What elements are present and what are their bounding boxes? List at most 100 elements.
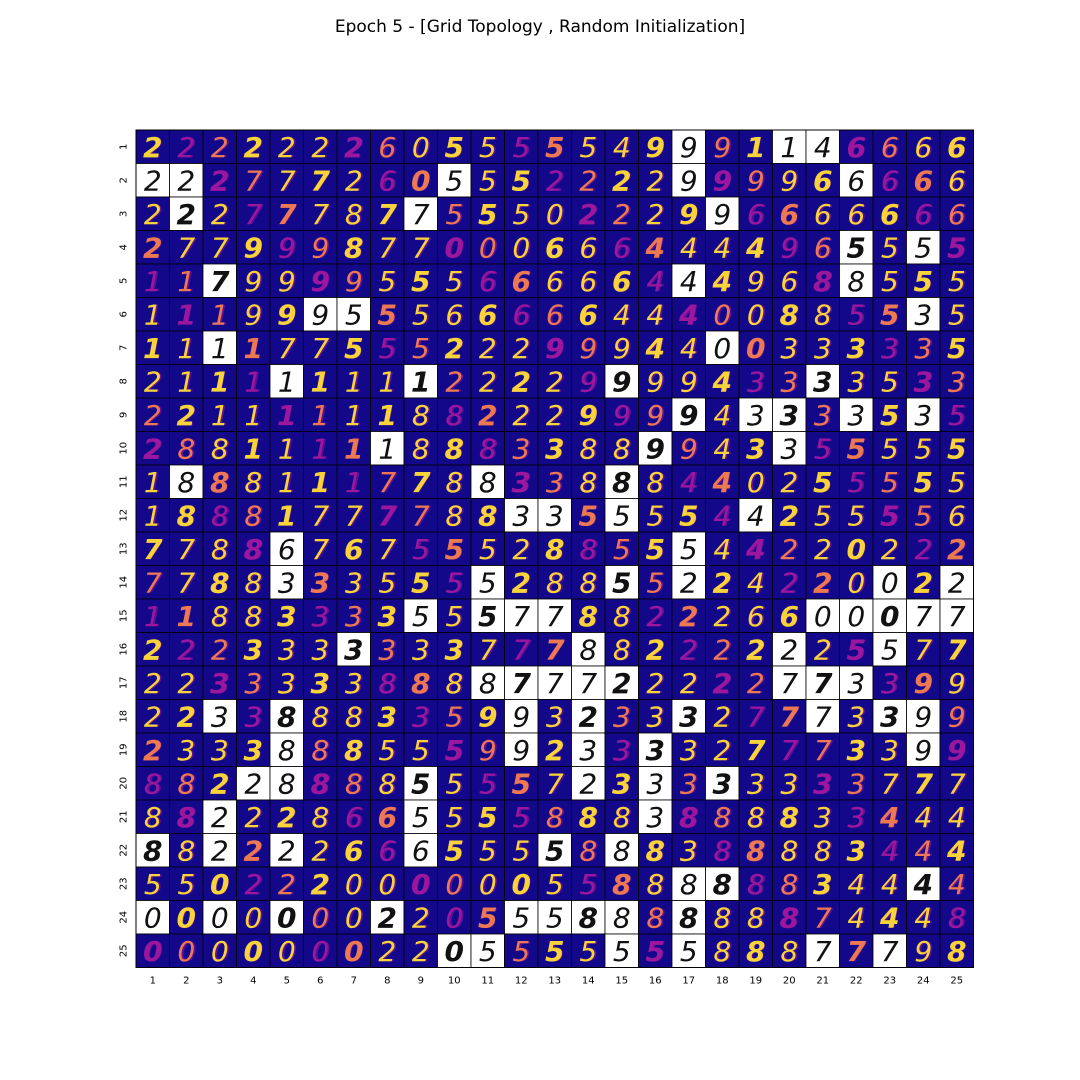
som-cell: 33 (303, 598, 338, 633)
som-cell-digit: 3 (914, 399, 932, 432)
som-cell: 22 (135, 364, 170, 399)
som-cell-digit: 9 (713, 131, 731, 164)
som-cell-digit: 6 (881, 131, 899, 164)
som-cell: 5 (839, 230, 874, 265)
som-cell: 22 (370, 933, 405, 968)
som-cell: 7 (537, 598, 572, 633)
som-cell-digit: 8 (579, 566, 597, 599)
som-cell-digit: 2 (579, 767, 597, 800)
som-cell: 55 (872, 431, 907, 466)
som-cell: 22 (571, 163, 606, 198)
som-cell: 22 (169, 397, 204, 432)
som-cell-digit: 1 (244, 399, 262, 432)
som-cell-digit: 8 (947, 935, 966, 968)
som-cell-digit: 2 (378, 935, 396, 968)
som-cell: 22 (705, 665, 740, 700)
som-cell-digit: 5 (947, 332, 966, 365)
som-cell-digit: 5 (579, 935, 597, 968)
som-cell-digit: 9 (613, 332, 631, 365)
som-cell-digit: 7 (177, 231, 195, 264)
som-cell: 11 (236, 330, 271, 365)
som-cell: 66 (839, 196, 874, 231)
som-cell-digit: 5 (914, 466, 933, 499)
som-cell: 22 (403, 933, 438, 968)
som-cell-digit: 1 (746, 131, 765, 164)
som-cell: 99 (939, 699, 974, 734)
som-cell: 66 (571, 230, 606, 265)
som-cell-digit: 1 (177, 365, 195, 398)
som-cell-digit: 3 (780, 365, 798, 398)
som-cell-digit: 2 (512, 365, 531, 398)
som-cell: 88 (169, 833, 204, 868)
som-cell: 55 (671, 498, 706, 533)
som-cell-digit: 2 (345, 164, 363, 197)
som-cell: 66 (772, 598, 807, 633)
som-cell-digit: 5 (512, 935, 530, 968)
som-cell: 11 (236, 397, 271, 432)
som-cell: 88 (772, 900, 807, 935)
som-cell-digit: 5 (545, 834, 564, 867)
som-cell: 99 (470, 732, 505, 767)
som-cell: 88 (571, 598, 606, 633)
x-tick-label: 5 (284, 976, 290, 987)
som-cell-digit: 8 (244, 533, 263, 566)
som-cell-digit: 8 (613, 633, 631, 666)
som-cell: 77 (336, 498, 371, 533)
som-cell: 11 (135, 498, 170, 533)
som-cell: 66 (504, 263, 539, 298)
som-cell-digit: 5 (378, 332, 396, 365)
som-cell-digit: 5 (814, 432, 832, 465)
som-cell: 44 (705, 397, 740, 432)
som-cell: 33 (839, 364, 874, 399)
som-cell-digit: 8 (311, 767, 330, 800)
som-cell-digit: 1 (411, 365, 430, 398)
som-cell: 88 (169, 431, 204, 466)
som-cell: 55 (470, 900, 505, 935)
som-cell: 7 (571, 665, 606, 700)
som-cell-digit: 1 (278, 432, 296, 465)
som-cell-digit: 2 (780, 499, 799, 532)
som-cell: 88 (705, 833, 740, 868)
som-cell-digit: 0 (277, 901, 296, 934)
som-cell-digit: 6 (612, 265, 631, 298)
som-cell-digit: 3 (814, 399, 832, 432)
som-cell-digit: 2 (244, 868, 262, 901)
som-cell: 33 (303, 565, 338, 600)
som-cell: 55 (839, 297, 874, 332)
som-cell: 99 (537, 330, 572, 365)
som-cell-digit: 8 (211, 432, 229, 465)
som-cell: 77 (906, 766, 941, 801)
som-cell: 88 (336, 732, 371, 767)
som-cell-digit: 2 (412, 935, 430, 968)
som-cell-digit: 3 (278, 566, 296, 599)
som-cell-digit: 4 (713, 231, 731, 264)
y-axis-ticks: 1234567891011121314151617181920212223242… (119, 144, 130, 958)
som-cell: 5 (671, 933, 706, 968)
som-cell-digit: 2 (244, 801, 262, 834)
som-cell: 22 (470, 397, 505, 432)
som-cell-digit: 0 (445, 901, 463, 934)
som-cell: 9 (638, 431, 673, 466)
som-cell-digit: 2 (747, 667, 765, 700)
som-cell-digit: 6 (780, 198, 799, 231)
som-cell: 9 (504, 699, 539, 734)
som-cell-digit: 5 (411, 767, 430, 800)
som-cell-digit: 8 (479, 432, 497, 465)
som-cell: 88 (671, 799, 706, 834)
som-cell-digit: 2 (278, 834, 296, 867)
som-cell-digit: 5 (914, 499, 932, 532)
som-cell: 88 (403, 665, 438, 700)
som-cell-digit: 7 (311, 499, 329, 532)
som-cell-digit: 3 (680, 734, 698, 767)
som-cell-digit: 3 (780, 399, 799, 432)
som-cell-digit: 4 (948, 868, 966, 901)
som-cell-digit: 5 (646, 566, 664, 599)
som-cell-digit: 3 (244, 700, 262, 733)
som-cell: 00 (269, 933, 304, 968)
som-cell-digit: 5 (445, 198, 463, 231)
som-cell-digit: 1 (345, 466, 363, 499)
som-cell: 11 (135, 297, 170, 332)
som-cell-digit: 3 (814, 332, 832, 365)
som-cell: 22 (738, 665, 773, 700)
x-tick-label: 10 (448, 976, 461, 987)
